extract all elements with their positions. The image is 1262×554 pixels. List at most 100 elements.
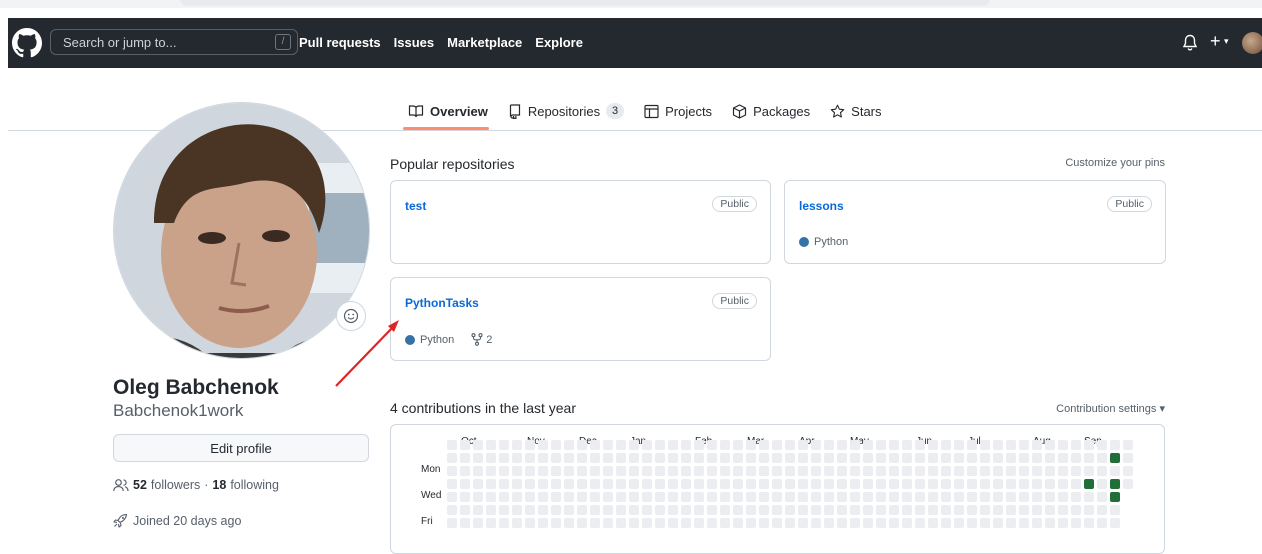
contribution-day-cell[interactable] xyxy=(577,440,587,450)
contribution-day-cell[interactable] xyxy=(564,440,574,450)
contribution-day-cell[interactable] xyxy=(499,492,509,502)
contribution-day-cell[interactable] xyxy=(512,453,522,463)
contribution-day-cell[interactable] xyxy=(837,466,847,476)
contribution-day-cell[interactable] xyxy=(785,492,795,502)
contribution-day-cell[interactable] xyxy=(889,492,899,502)
contribution-day-cell[interactable] xyxy=(902,518,912,528)
contribution-day-cell[interactable] xyxy=(629,440,639,450)
contribution-day-cell[interactable] xyxy=(694,453,704,463)
contribution-day-cell[interactable] xyxy=(616,440,626,450)
contribution-day-cell[interactable] xyxy=(915,505,925,515)
repo-link-pythontasks[interactable]: PythonTasks xyxy=(405,296,479,310)
contribution-day-cell[interactable] xyxy=(967,505,977,515)
contribution-day-cell[interactable] xyxy=(1084,518,1094,528)
contribution-day-cell[interactable] xyxy=(980,479,990,489)
contribution-day-cell[interactable] xyxy=(460,453,470,463)
contribution-day-cell[interactable] xyxy=(655,492,665,502)
contribution-day-cell[interactable] xyxy=(447,492,457,502)
following-count[interactable]: 18 xyxy=(212,478,226,492)
contribution-day-cell[interactable] xyxy=(785,466,795,476)
contribution-day-cell[interactable] xyxy=(915,453,925,463)
contribution-day-cell[interactable] xyxy=(733,518,743,528)
contribution-day-cell[interactable] xyxy=(720,440,730,450)
contribution-day-cell[interactable] xyxy=(551,466,561,476)
contribution-day-cell[interactable] xyxy=(538,466,548,476)
contribution-day-cell[interactable] xyxy=(603,492,613,502)
contribution-day-cell[interactable] xyxy=(551,440,561,450)
followers-count[interactable]: 52 xyxy=(133,478,147,492)
contribution-day-cell[interactable] xyxy=(642,505,652,515)
contribution-day-cell[interactable] xyxy=(811,453,821,463)
contribution-day-cell[interactable] xyxy=(590,440,600,450)
contribution-day-cell[interactable] xyxy=(1110,466,1120,476)
contribution-day-cell[interactable] xyxy=(642,492,652,502)
contribution-day-cell[interactable] xyxy=(668,505,678,515)
contribution-day-cell[interactable] xyxy=(577,505,587,515)
contribution-day-cell[interactable] xyxy=(785,453,795,463)
contribution-day-cell[interactable] xyxy=(993,505,1003,515)
contribution-day-cell[interactable] xyxy=(928,492,938,502)
contribution-day-cell[interactable] xyxy=(668,440,678,450)
contribution-day-cell[interactable] xyxy=(967,466,977,476)
contribution-day-cell[interactable] xyxy=(915,479,925,489)
contribution-day-cell[interactable] xyxy=(538,505,548,515)
contribution-day-cell[interactable] xyxy=(1097,440,1107,450)
contribution-day-cell[interactable] xyxy=(1032,453,1042,463)
contribution-day-cell[interactable] xyxy=(850,492,860,502)
contribution-day-cell[interactable] xyxy=(681,505,691,515)
user-avatar-small[interactable] xyxy=(1242,32,1262,54)
contribution-day-cell[interactable] xyxy=(681,479,691,489)
contribution-day-cell[interactable] xyxy=(460,466,470,476)
contribution-day-cell[interactable] xyxy=(1058,453,1068,463)
contribution-day-cell[interactable] xyxy=(512,518,522,528)
contribution-day-cell[interactable] xyxy=(1058,505,1068,515)
contribution-day-cell[interactable] xyxy=(785,505,795,515)
contribution-day-cell[interactable] xyxy=(1084,505,1094,515)
contribution-day-cell[interactable] xyxy=(759,453,769,463)
contribution-day-cell[interactable] xyxy=(707,466,717,476)
contribution-day-cell[interactable] xyxy=(1071,518,1081,528)
contribution-day-cell[interactable] xyxy=(1097,453,1107,463)
contribution-day-cell[interactable] xyxy=(1110,518,1120,528)
contribution-day-cell[interactable] xyxy=(538,479,548,489)
contribution-day-cell[interactable] xyxy=(772,440,782,450)
contribution-day-cell[interactable] xyxy=(486,518,496,528)
contribution-day-cell[interactable] xyxy=(941,453,951,463)
contribution-day-cell[interactable] xyxy=(694,479,704,489)
contribution-day-cell[interactable] xyxy=(1110,492,1120,502)
contribution-day-cell[interactable] xyxy=(668,453,678,463)
contribution-day-cell[interactable] xyxy=(850,453,860,463)
contribution-day-cell[interactable] xyxy=(629,466,639,476)
contribution-day-cell[interactable] xyxy=(1058,479,1068,489)
contribution-day-cell[interactable] xyxy=(525,440,535,450)
contribution-day-cell[interactable] xyxy=(616,479,626,489)
contribution-day-cell[interactable] xyxy=(928,505,938,515)
contribution-day-cell[interactable] xyxy=(759,479,769,489)
contribution-day-cell[interactable] xyxy=(746,479,756,489)
contribution-day-cell[interactable] xyxy=(733,453,743,463)
contribution-day-cell[interactable] xyxy=(993,466,1003,476)
contribution-day-cell[interactable] xyxy=(824,453,834,463)
contribution-day-cell[interactable] xyxy=(837,479,847,489)
contribution-day-cell[interactable] xyxy=(1019,479,1029,489)
contribution-day-cell[interactable] xyxy=(980,440,990,450)
contribution-day-cell[interactable] xyxy=(538,518,548,528)
contribution-day-cell[interactable] xyxy=(668,492,678,502)
followers-label[interactable]: followers xyxy=(151,478,200,492)
contribution-day-cell[interactable] xyxy=(954,453,964,463)
contribution-day-cell[interactable] xyxy=(811,479,821,489)
contribution-day-cell[interactable] xyxy=(590,466,600,476)
contribution-day-cell[interactable] xyxy=(876,440,886,450)
contribution-day-cell[interactable] xyxy=(954,505,964,515)
contribution-day-cell[interactable] xyxy=(1058,466,1068,476)
contribution-day-cell[interactable] xyxy=(668,479,678,489)
contribution-day-cell[interactable] xyxy=(889,479,899,489)
contribution-day-cell[interactable] xyxy=(694,466,704,476)
contribution-day-cell[interactable] xyxy=(564,505,574,515)
contribution-day-cell[interactable] xyxy=(1045,453,1055,463)
contribution-day-cell[interactable] xyxy=(863,466,873,476)
contribution-day-cell[interactable] xyxy=(577,492,587,502)
contribution-day-cell[interactable] xyxy=(642,518,652,528)
contribution-day-cell[interactable] xyxy=(785,518,795,528)
search-input[interactable]: Search or jump to... / xyxy=(50,29,298,55)
